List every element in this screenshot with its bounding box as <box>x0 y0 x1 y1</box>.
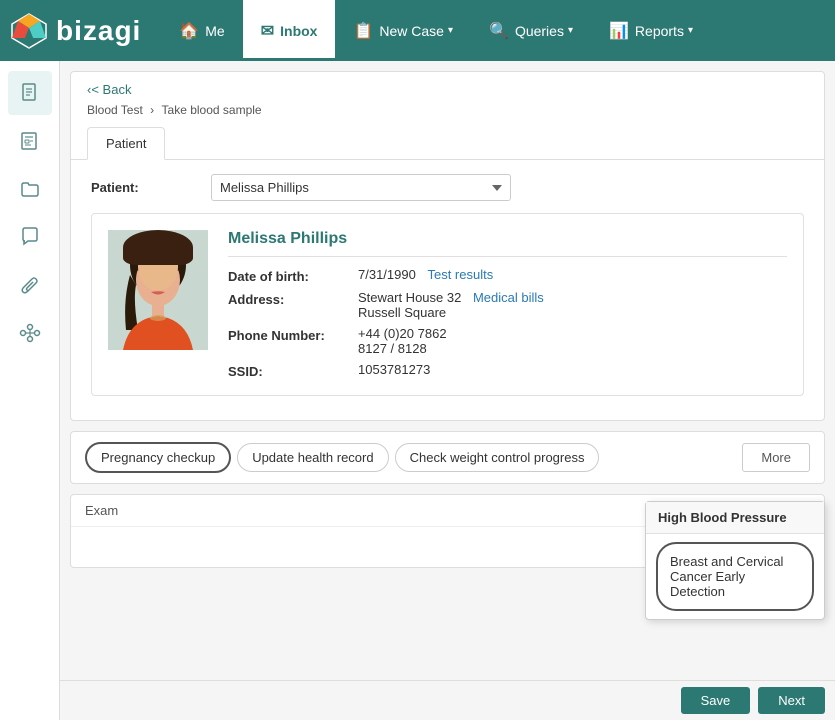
back-link[interactable]: ‹ < Back <box>71 72 824 101</box>
process-icon <box>19 322 41 344</box>
save-button[interactable]: Save <box>681 687 751 714</box>
dropdown-popup-header: High Blood Pressure <box>646 502 824 534</box>
new-case-icon: 📋 <box>353 21 373 41</box>
patient-photo <box>108 230 208 350</box>
content-card: ‹ < Back Blood Test › Take blood sample … <box>70 71 825 421</box>
nav-queries[interactable]: 🔍 Queries ▾ <box>471 0 591 61</box>
sidebar-item-folder[interactable] <box>8 167 52 211</box>
address-label: Address: <box>228 290 358 320</box>
nav-items: 🏠 Me ✉ Inbox 📋 New Case ▾ 🔍 Queries ▾ 📊 … <box>161 0 825 61</box>
action-bar: Pregnancy checkup Update health record C… <box>70 431 825 484</box>
patient-field-row: Patient: Melissa Phillips <box>91 174 804 201</box>
top-navigation: bizagi 🏠 Me ✉ Inbox 📋 New Case ▾ 🔍 Queri… <box>0 0 835 61</box>
tab-bar: Patient <box>71 127 824 160</box>
patient-field-label: Patient: <box>91 174 211 195</box>
bottom-bar: Save Next <box>60 680 835 720</box>
patient-name: Melissa Phillips <box>228 230 787 257</box>
nav-reports[interactable]: 📊 Reports ▾ <box>591 0 711 61</box>
folder-icon <box>20 179 40 199</box>
home-icon: 🏠 <box>179 21 199 41</box>
test-results-link[interactable]: Test results <box>427 267 493 282</box>
sidebar-item-chat[interactable] <box>8 215 52 259</box>
patient-photo-svg <box>108 230 208 350</box>
inbox-icon: ✉ <box>261 21 274 41</box>
document-icon <box>20 83 40 103</box>
patient-info: Melissa Phillips Date of birth: 7/31/199… <box>228 230 787 379</box>
address-value: Stewart House 32 Medical bills Russell S… <box>358 290 787 320</box>
ssid-label: SSID: <box>228 362 358 379</box>
update-health-record-button[interactable]: Update health record <box>237 443 388 472</box>
back-anchor[interactable]: ‹ < Back <box>87 82 808 97</box>
check-weight-control-button[interactable]: Check weight control progress <box>395 443 600 472</box>
attachment-icon <box>20 275 40 295</box>
nav-me[interactable]: 🏠 Me <box>161 0 242 61</box>
chat-icon <box>20 227 40 247</box>
sidebar-item-document[interactable] <box>8 71 52 115</box>
brand-name: bizagi <box>56 15 141 47</box>
patient-section: Patient: Melissa Phillips <box>71 160 824 420</box>
phone-value: +44 (0)20 7862 8127 / 8128 <box>358 326 787 356</box>
reports-dropdown-arrow: ▾ <box>688 25 693 36</box>
patient-select[interactable]: Melissa Phillips <box>211 174 511 201</box>
dob-value: 7/31/1990 Test results <box>358 267 787 284</box>
queries-icon: 🔍 <box>489 21 509 41</box>
dob-label: Date of birth: <box>228 267 358 284</box>
pregnancy-checkup-button[interactable]: Pregnancy checkup <box>85 442 231 473</box>
phone-label: Phone Number: <box>228 326 358 356</box>
sidebar-item-process[interactable] <box>8 311 52 355</box>
ssid-value: 1053781273 <box>358 362 787 379</box>
sidebar-item-attachment[interactable] <box>8 263 52 307</box>
next-button[interactable]: Next <box>758 687 825 714</box>
more-button[interactable]: More <box>742 443 810 472</box>
new-case-dropdown-arrow: ▾ <box>448 25 453 36</box>
patient-details-grid: Date of birth: 7/31/1990 Test results Ad… <box>228 267 787 379</box>
sidebar <box>0 61 60 720</box>
dropdown-popup-item[interactable]: Breast and Cervical Cancer Early Detecti… <box>656 542 814 611</box>
form-icon <box>20 131 40 151</box>
dropdown-popup: High Blood Pressure Breast and Cervical … <box>645 501 825 620</box>
reports-icon: 📊 <box>609 21 629 41</box>
tab-patient[interactable]: Patient <box>87 127 165 160</box>
logo: bizagi <box>10 12 141 50</box>
nav-new-case[interactable]: 📋 New Case ▾ <box>335 0 471 61</box>
queries-dropdown-arrow: ▾ <box>568 25 573 36</box>
sidebar-item-form[interactable] <box>8 119 52 163</box>
patient-card: Melissa Phillips Date of birth: 7/31/199… <box>91 213 804 396</box>
main-content: ‹ < Back Blood Test › Take blood sample … <box>60 61 835 720</box>
bizagi-logo-icon <box>10 12 48 50</box>
breadcrumb: Blood Test › Take blood sample <box>71 101 824 127</box>
nav-inbox[interactable]: ✉ Inbox <box>243 0 336 61</box>
medical-bills-link[interactable]: Medical bills <box>473 290 544 305</box>
